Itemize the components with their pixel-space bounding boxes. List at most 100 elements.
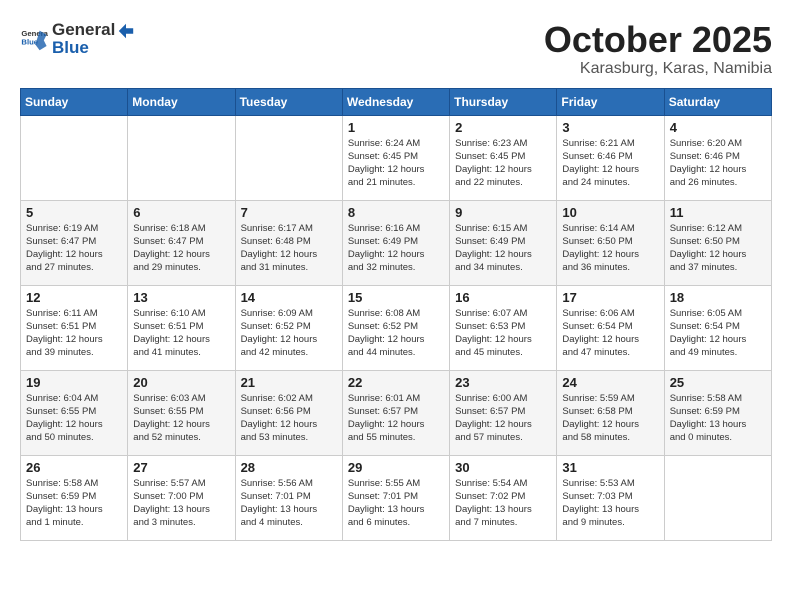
day-info: Sunrise: 6:00 AM Sunset: 6:57 PM Dayligh…	[455, 392, 551, 445]
day-number: 8	[348, 205, 444, 220]
calendar-cell: 7Sunrise: 6:17 AM Sunset: 6:48 PM Daylig…	[235, 200, 342, 285]
day-info: Sunrise: 5:59 AM Sunset: 6:58 PM Dayligh…	[562, 392, 658, 445]
location-title: Karasburg, Karas, Namibia	[544, 60, 772, 78]
calendar-cell: 29 Sunrise: 5:55 AM Sunset: 7:01 PM Dayli…	[342, 455, 449, 540]
day-number: 30	[455, 460, 551, 475]
day-info: Sunrise: 6:08 AM Sunset: 6:52 PM Dayligh…	[348, 307, 444, 360]
weekday-header: Tuesday	[235, 88, 342, 115]
calendar-cell: 18Sunrise: 6:05 AM Sunset: 6:54 PM Dayli…	[664, 285, 771, 370]
day-info: Sunrise: 6:18 AM Sunset: 6:47 PM Dayligh…	[133, 222, 229, 275]
day-number: 11	[670, 205, 766, 220]
day-number: 29	[348, 460, 444, 475]
calendar-cell	[21, 115, 128, 200]
calendar-cell: 21 Sunrise: 6:02 AM Sunset: 6:56 PM Dayli…	[235, 370, 342, 455]
day-info: Sunrise: 5:53 AM Sunset: 7:03 PM Dayligh…	[562, 477, 658, 530]
day-number: 19	[26, 375, 122, 390]
calendar-cell	[664, 455, 771, 540]
day-info: Sunrise: 6:09 AM Sunset: 6:52 PM Dayligh…	[241, 307, 337, 360]
day-info: Sunrise: 6:24 AM Sunset: 6:45 PM Dayligh…	[348, 137, 444, 190]
weekday-header: Sunday	[21, 88, 128, 115]
month-title: October 2025	[544, 20, 772, 60]
day-number: 24	[562, 375, 658, 390]
calendar-header-row: SundayMondayTuesdayWednesdayThursdayFrid…	[21, 88, 772, 115]
calendar-cell: 14 Sunrise: 6:09 AM Sunset: 6:52 PM Dayli…	[235, 285, 342, 370]
calendar-cell: 30 Sunrise: 5:54 AM Sunset: 7:02 PM Dayli…	[450, 455, 557, 540]
calendar-cell: 12 Sunrise: 6:11 AM Sunset: 6:51 PM Dayli…	[21, 285, 128, 370]
day-info: Sunrise: 6:19 AM Sunset: 6:47 PM Dayligh…	[26, 222, 122, 275]
weekday-header: Monday	[128, 88, 235, 115]
day-info: Sunrise: 6:07 AM Sunset: 6:53 PM Dayligh…	[455, 307, 551, 360]
calendar-cell: 9Sunrise: 6:15 AM Sunset: 6:49 PM Daylig…	[450, 200, 557, 285]
calendar-cell: 15Sunrise: 6:08 AM Sunset: 6:52 PM Dayli…	[342, 285, 449, 370]
weekday-header: Friday	[557, 88, 664, 115]
calendar-cell: 20Sunrise: 6:03 AM Sunset: 6:55 PM Dayli…	[128, 370, 235, 455]
day-info: Sunrise: 6:01 AM Sunset: 6:57 PM Dayligh…	[348, 392, 444, 445]
logo-icon: General Blue	[20, 25, 48, 53]
day-info: Sunrise: 5:55 AM Sunset: 7:01 PM Dayligh…	[348, 477, 444, 530]
day-info: Sunrise: 6:16 AM Sunset: 6:49 PM Dayligh…	[348, 222, 444, 275]
logo-general: General	[52, 20, 115, 40]
day-number: 3	[562, 120, 658, 135]
day-info: Sunrise: 6:11 AM Sunset: 6:51 PM Dayligh…	[26, 307, 122, 360]
calendar-week-row: 19 Sunrise: 6:04 AM Sunset: 6:55 PM Dayli…	[21, 370, 772, 455]
day-number: 21	[241, 375, 337, 390]
calendar-cell: 4 Sunrise: 6:20 AM Sunset: 6:46 PM Daylig…	[664, 115, 771, 200]
day-number: 1	[348, 120, 444, 135]
weekday-header: Wednesday	[342, 88, 449, 115]
calendar-cell: 8 Sunrise: 6:16 AM Sunset: 6:49 PM Daylig…	[342, 200, 449, 285]
day-number: 2	[455, 120, 551, 135]
day-number: 5	[26, 205, 122, 220]
calendar-cell: 17 Sunrise: 6:06 AM Sunset: 6:54 PM Dayli…	[557, 285, 664, 370]
logo: General Blue General Blue	[20, 20, 135, 58]
calendar-table: SundayMondayTuesdayWednesdayThursdayFrid…	[20, 88, 772, 541]
calendar-cell: 19 Sunrise: 6:04 AM Sunset: 6:55 PM Dayli…	[21, 370, 128, 455]
day-number: 31	[562, 460, 658, 475]
day-number: 16	[455, 290, 551, 305]
day-info: Sunrise: 6:06 AM Sunset: 6:54 PM Dayligh…	[562, 307, 658, 360]
calendar-cell: 11 Sunrise: 6:12 AM Sunset: 6:50 PM Dayli…	[664, 200, 771, 285]
weekday-header: Thursday	[450, 88, 557, 115]
calendar-cell: 6 Sunrise: 6:18 AM Sunset: 6:47 PM Daylig…	[128, 200, 235, 285]
day-number: 14	[241, 290, 337, 305]
day-info: Sunrise: 5:54 AM Sunset: 7:02 PM Dayligh…	[455, 477, 551, 530]
calendar-cell	[128, 115, 235, 200]
day-number: 17	[562, 290, 658, 305]
calendar-cell: 13 Sunrise: 6:10 AM Sunset: 6:51 PM Dayli…	[128, 285, 235, 370]
logo-blue: Blue	[52, 38, 135, 58]
calendar-cell: 1 Sunrise: 6:24 AM Sunset: 6:45 PM Daylig…	[342, 115, 449, 200]
day-number: 26	[26, 460, 122, 475]
calendar-cell: 5 Sunrise: 6:19 AM Sunset: 6:47 PM Daylig…	[21, 200, 128, 285]
calendar-week-row: 5 Sunrise: 6:19 AM Sunset: 6:47 PM Daylig…	[21, 200, 772, 285]
day-info: Sunrise: 6:10 AM Sunset: 6:51 PM Dayligh…	[133, 307, 229, 360]
day-number: 20	[133, 375, 229, 390]
day-info: Sunrise: 6:23 AM Sunset: 6:45 PM Dayligh…	[455, 137, 551, 190]
calendar-cell: 28Sunrise: 5:56 AM Sunset: 7:01 PM Dayli…	[235, 455, 342, 540]
day-info: Sunrise: 6:04 AM Sunset: 6:55 PM Dayligh…	[26, 392, 122, 445]
calendar-cell: 26 Sunrise: 5:58 AM Sunset: 6:59 PM Dayli…	[21, 455, 128, 540]
day-number: 4	[670, 120, 766, 135]
weekday-header: Saturday	[664, 88, 771, 115]
day-info: Sunrise: 5:58 AM Sunset: 6:59 PM Dayligh…	[26, 477, 122, 530]
day-info: Sunrise: 6:21 AM Sunset: 6:46 PM Dayligh…	[562, 137, 658, 190]
logo-arrow-icon	[117, 22, 135, 40]
page-header: General Blue General Blue October 2025 K…	[20, 20, 772, 78]
calendar-cell: 10Sunrise: 6:14 AM Sunset: 6:50 PM Dayli…	[557, 200, 664, 285]
day-number: 23	[455, 375, 551, 390]
day-info: Sunrise: 5:58 AM Sunset: 6:59 PM Dayligh…	[670, 392, 766, 445]
day-info: Sunrise: 6:17 AM Sunset: 6:48 PM Dayligh…	[241, 222, 337, 275]
day-info: Sunrise: 6:02 AM Sunset: 6:56 PM Dayligh…	[241, 392, 337, 445]
day-info: Sunrise: 6:15 AM Sunset: 6:49 PM Dayligh…	[455, 222, 551, 275]
calendar-cell: 16 Sunrise: 6:07 AM Sunset: 6:53 PM Dayli…	[450, 285, 557, 370]
calendar-week-row: 12 Sunrise: 6:11 AM Sunset: 6:51 PM Dayli…	[21, 285, 772, 370]
day-number: 12	[26, 290, 122, 305]
day-number: 13	[133, 290, 229, 305]
day-info: Sunrise: 6:20 AM Sunset: 6:46 PM Dayligh…	[670, 137, 766, 190]
calendar-cell: 22Sunrise: 6:01 AM Sunset: 6:57 PM Dayli…	[342, 370, 449, 455]
day-info: Sunrise: 5:56 AM Sunset: 7:01 PM Dayligh…	[241, 477, 337, 530]
day-number: 18	[670, 290, 766, 305]
day-info: Sunrise: 6:12 AM Sunset: 6:50 PM Dayligh…	[670, 222, 766, 275]
title-area: October 2025 Karasburg, Karas, Namibia	[544, 20, 772, 78]
day-number: 6	[133, 205, 229, 220]
calendar-cell: 31 Sunrise: 5:53 AM Sunset: 7:03 PM Dayli…	[557, 455, 664, 540]
calendar-cell: 27Sunrise: 5:57 AM Sunset: 7:00 PM Dayli…	[128, 455, 235, 540]
